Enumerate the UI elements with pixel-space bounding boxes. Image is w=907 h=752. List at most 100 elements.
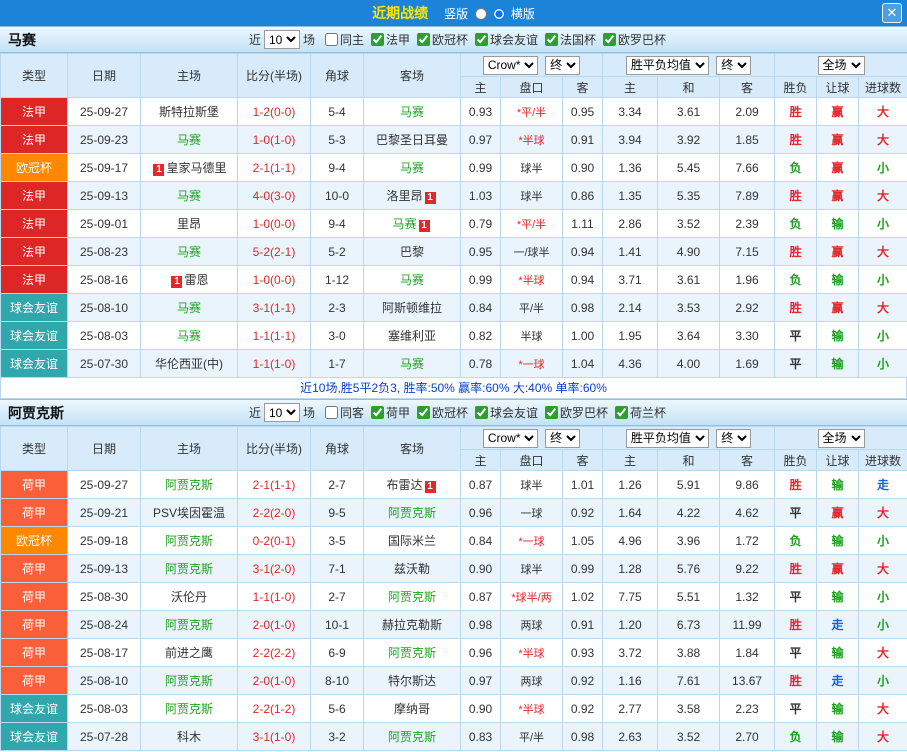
date-cell: 25-09-18 (68, 527, 141, 555)
filter-checkbox[interactable] (545, 406, 558, 419)
col-odds-home: 主 (461, 450, 501, 471)
odds-source-select[interactable]: Crow* (483, 429, 538, 448)
draw-odds-cell: 3.58 (658, 695, 720, 723)
team-name: 前进之鹰 (165, 646, 213, 660)
date-cell: 25-08-24 (68, 611, 141, 639)
match-row: 荷甲25-08-17前进之鹰2-2(2-2)6-9阿贾克斯0.96*半球0.93… (1, 639, 907, 667)
filter-欧冠杯[interactable]: 欧冠杯 (417, 31, 468, 48)
view-vertical-label: 竖版 (444, 7, 468, 21)
corner-cell: 10-0 (311, 182, 364, 210)
odds-home-cell: 0.97 (461, 667, 501, 695)
view-vertical-radio[interactable] (475, 8, 487, 20)
corner-cell: 6-9 (311, 639, 364, 667)
odds-source-select[interactable]: Crow* (483, 56, 538, 75)
col-lose: 客 (720, 77, 775, 98)
team-name: 马赛 (400, 357, 424, 371)
wdl-stage-select[interactable]: 终 (716, 429, 751, 448)
handicap-cell: 球半 (501, 154, 563, 182)
filter-欧冠杯[interactable]: 欧冠杯 (417, 404, 468, 421)
draw-odds-cell: 4.22 (658, 499, 720, 527)
corner-cell: 9-4 (311, 210, 364, 238)
filter-欧罗巴杯[interactable]: 欧罗巴杯 (603, 31, 666, 48)
scope-select[interactable]: 全场 (818, 56, 865, 75)
wdl-avg-select[interactable]: 胜平负均值 (626, 56, 709, 75)
handicap-result-cell: 走 (817, 611, 859, 639)
team-name: 阿贾克斯 (165, 534, 213, 548)
date-cell: 25-09-13 (68, 555, 141, 583)
odds-stage-select[interactable]: 终 (545, 56, 580, 75)
result-cell: 负 (775, 154, 817, 182)
result-cell: 胜 (775, 611, 817, 639)
filter-checkbox[interactable] (371, 406, 384, 419)
filter-球会友谊[interactable]: 球会友谊 (475, 31, 538, 48)
filter-checkbox[interactable] (325, 406, 338, 419)
lose-odds-cell: 2.23 (720, 695, 775, 723)
filter-checkbox[interactable] (417, 33, 430, 46)
view-horizontal-radio[interactable] (493, 8, 505, 20)
filter-checkbox[interactable] (325, 33, 338, 46)
home-team-cell: 阿贾克斯 (141, 611, 238, 639)
filter-法国杯[interactable]: 法国杯 (545, 31, 596, 48)
win-odds-cell: 1.20 (603, 611, 658, 639)
odds-away-cell: 0.91 (563, 611, 603, 639)
team-name: 洛里昂 (386, 189, 422, 203)
filter-欧罗巴杯[interactable]: 欧罗巴杯 (545, 404, 608, 421)
odds-away-cell: 0.98 (563, 723, 603, 751)
filter-checkbox[interactable] (603, 33, 616, 46)
wdl-stage-select[interactable]: 终 (716, 56, 751, 75)
close-icon[interactable]: ✕ (882, 3, 902, 23)
lose-odds-cell: 13.67 (720, 667, 775, 695)
match-row: 球会友谊25-07-30华伦西亚(中)1-1(1-0)1-7马赛0.78*一球1… (1, 350, 907, 378)
col-handicap: 盘口 (501, 77, 563, 98)
odds-home-cell: 0.93 (461, 98, 501, 126)
handicap-cell: 半球 (501, 322, 563, 350)
filter-checkbox[interactable] (475, 406, 488, 419)
filter-球会友谊[interactable]: 球会友谊 (475, 404, 538, 421)
date-cell: 25-09-23 (68, 126, 141, 154)
scope-select[interactable]: 全场 (818, 429, 865, 448)
filter-checkbox[interactable] (371, 33, 384, 46)
view-horizontal-option[interactable]: 横版 (490, 5, 535, 22)
odds-stage-select[interactable]: 终 (545, 429, 580, 448)
team-name: 斯特拉斯堡 (159, 105, 219, 119)
result-cell: 平 (775, 322, 817, 350)
col-odds-home: 主 (461, 77, 501, 98)
lose-odds-cell: 1.69 (720, 350, 775, 378)
filter-checkbox[interactable] (475, 33, 488, 46)
odds-home-cell: 0.97 (461, 126, 501, 154)
handicap-result-cell: 输 (817, 471, 859, 499)
wdl-avg-select[interactable]: 胜平负均值 (626, 429, 709, 448)
lose-odds-cell: 2.92 (720, 294, 775, 322)
team-name: 阿贾克斯 (165, 702, 213, 716)
filter-label: 法国杯 (560, 31, 596, 48)
filter-法甲[interactable]: 法甲 (371, 31, 410, 48)
match-row: 球会友谊25-08-03阿贾克斯2-2(1-2)5-6摩纳哥0.90*半球0.9… (1, 695, 907, 723)
date-cell: 25-09-27 (68, 471, 141, 499)
view-vertical-option[interactable]: 竖版 (444, 5, 489, 22)
match-count-select[interactable]: 10 (264, 403, 300, 422)
filter-同客[interactable]: 同客 (325, 404, 364, 421)
home-team-cell: 1雷恩 (141, 266, 238, 294)
home-team-cell: 阿贾克斯 (141, 695, 238, 723)
red-card-badge: 1 (425, 481, 436, 493)
filter-荷甲[interactable]: 荷甲 (371, 404, 410, 421)
score-cell: 2-0(1-0) (238, 667, 311, 695)
home-team-cell: 里昂 (141, 210, 238, 238)
handicap-result-cell: 赢 (817, 182, 859, 210)
filter-checkbox[interactable] (545, 33, 558, 46)
odds-home-cell: 0.79 (461, 210, 501, 238)
odds-home-cell: 0.87 (461, 583, 501, 611)
team-name: 马赛 (177, 189, 201, 203)
handicap-cell: 平/半 (501, 294, 563, 322)
filter-checkbox[interactable] (417, 406, 430, 419)
handicap-result-cell: 输 (817, 639, 859, 667)
filter-荷兰杯[interactable]: 荷兰杯 (615, 404, 666, 421)
goals-result-cell: 走 (859, 471, 907, 499)
matches-table: 类型 日期 主场 比分(半场) 角球 客场 Crow* 终 胜平负均值 终 全场 (0, 426, 907, 751)
match-row: 欧冠杯25-09-171皇家马德里2-1(1-1)9-4马赛0.99球半0.90… (1, 154, 907, 182)
date-cell: 25-09-01 (68, 210, 141, 238)
filter-checkbox[interactable] (615, 406, 628, 419)
filter-同主[interactable]: 同主 (325, 31, 364, 48)
match-count-select[interactable]: 10 (264, 30, 300, 49)
win-odds-cell: 1.95 (603, 322, 658, 350)
